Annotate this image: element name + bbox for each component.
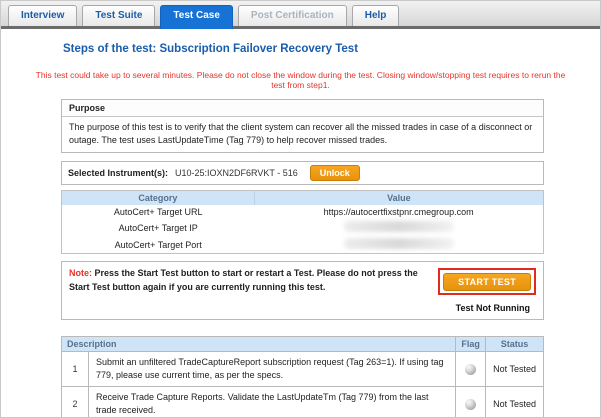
step-row: 2Receive Trade Capture Reports. Validate…: [62, 387, 544, 418]
config-row: AutoCert+ Target IP: [62, 219, 544, 236]
warning-text: This test could take up to several minut…: [31, 70, 570, 90]
page-title: Steps of the test: Subscription Failover…: [63, 43, 600, 55]
note-box: Note: Press the Start Test button to sta…: [61, 261, 544, 320]
start-test-button[interactable]: START TEST: [443, 273, 531, 291]
main-column: Purpose The purpose of this test is to v…: [61, 99, 544, 418]
step-number: 1: [62, 352, 89, 387]
steps-header-row: Description Flag Status: [62, 337, 544, 352]
config-value-cell: [254, 219, 543, 236]
step-status: Not Tested: [486, 352, 544, 387]
tab-test-suite[interactable]: Test Suite: [82, 5, 155, 26]
config-header-row: Category Value: [62, 191, 544, 206]
tab-bar: InterviewTest SuiteTest CasePost Certifi…: [1, 1, 600, 29]
config-category-cell: AutoCert+ Target IP: [62, 219, 255, 236]
step-number: 2: [62, 387, 89, 418]
unlock-button[interactable]: Unlock: [310, 165, 360, 181]
config-category-cell: AutoCert+ Target Port: [62, 236, 255, 254]
steps-table: Description Flag Status 1Submit an unfil…: [61, 336, 544, 418]
config-table: Category Value AutoCert+ Target URLhttps…: [61, 190, 544, 254]
tab-interview[interactable]: Interview: [8, 5, 77, 26]
note-text: Note: Press the Start Test button to sta…: [69, 267, 419, 294]
content-area: Steps of the test: Subscription Failover…: [1, 29, 600, 418]
config-header-category: Category: [62, 191, 255, 206]
highlight-annotation: START TEST: [438, 268, 536, 295]
purpose-text: The purpose of this test is to verify th…: [62, 117, 543, 152]
steps-header-status: Status: [486, 337, 544, 352]
flag-not-tested-icon: [465, 399, 476, 410]
instrument-label: Selected Instrument(s):: [68, 168, 168, 178]
step-status: Not Tested: [486, 387, 544, 418]
tab-test-case[interactable]: Test Case: [160, 5, 233, 29]
config-value-cell: https://autocertfixstpnr.cmegroup.com: [254, 205, 543, 219]
step-description: Submit an unfiltered TradeCaptureReport …: [89, 352, 456, 387]
redacted-value: [344, 238, 454, 249]
autocert-test-window: InterviewTest SuiteTest CasePost Certifi…: [0, 0, 601, 418]
config-value-cell: [254, 236, 543, 254]
note-row: Note: Press the Start Test button to sta…: [69, 267, 536, 295]
note-label: Note:: [69, 268, 92, 278]
purpose-box: Purpose The purpose of this test is to v…: [61, 99, 544, 153]
step-flag-cell: [456, 352, 486, 387]
step-row: 1Submit an unfiltered TradeCaptureReport…: [62, 352, 544, 387]
redacted-value: [344, 221, 454, 232]
config-row: AutoCert+ Target URLhttps://autocertfixs…: [62, 205, 544, 219]
purpose-heading: Purpose: [62, 100, 543, 117]
instrument-value: U10-25:IOXN2DF6RVKT - 516: [175, 168, 298, 178]
steps-header-flag: Flag: [456, 337, 486, 352]
config-header-value: Value: [254, 191, 543, 206]
start-test-area: START TEST: [438, 267, 536, 295]
config-row: AutoCert+ Target Port: [62, 236, 544, 254]
step-description: Receive Trade Capture Reports. Validate …: [89, 387, 456, 418]
step-flag-cell: [456, 387, 486, 418]
config-category-cell: AutoCert+ Target URL: [62, 205, 255, 219]
test-status-text: Test Not Running: [69, 303, 530, 313]
tab-help[interactable]: Help: [352, 5, 400, 26]
note-body: Press the Start Test button to start or …: [69, 268, 418, 292]
flag-not-tested-icon: [465, 364, 476, 375]
tab-post-certification: Post Certification: [238, 5, 347, 26]
selected-instrument-bar: Selected Instrument(s): U10-25:IOXN2DF6R…: [61, 161, 544, 185]
steps-header-description: Description: [62, 337, 456, 352]
